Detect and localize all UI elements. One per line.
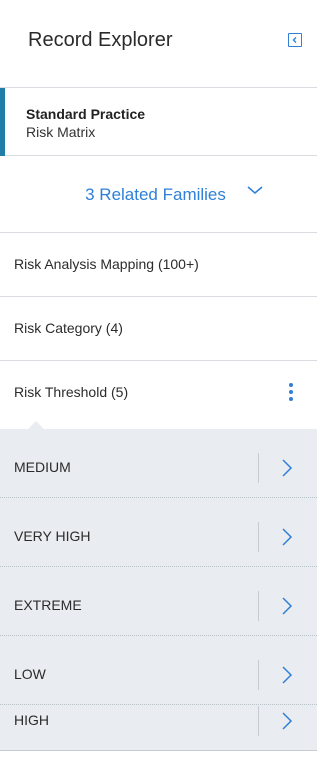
- family-label: Risk Category (4): [14, 320, 123, 336]
- family-label: Risk Analysis Mapping (100+): [14, 256, 199, 272]
- row-divider: [0, 566, 317, 567]
- record-row-extreme[interactable]: EXTREME: [0, 574, 317, 621]
- chevron-right-icon[interactable]: [281, 665, 293, 685]
- row-divider: [258, 660, 259, 690]
- panel-bottom-border: [0, 750, 317, 751]
- record-row-high[interactable]: HIGH: [0, 689, 317, 736]
- row-divider: [258, 591, 259, 621]
- record-label: MEDIUM: [14, 459, 71, 475]
- chevron-right-icon[interactable]: [281, 596, 293, 616]
- record-name: Risk Matrix: [26, 124, 96, 140]
- record-label: LOW: [14, 666, 46, 682]
- record-row-medium[interactable]: MEDIUM: [0, 436, 317, 483]
- row-divider: [0, 635, 317, 636]
- row-divider: [0, 497, 317, 498]
- record-row-low[interactable]: LOW: [0, 643, 317, 690]
- chevron-right-icon[interactable]: [281, 711, 293, 731]
- row-divider: [258, 522, 259, 552]
- chevron-left-icon: [292, 37, 297, 43]
- collapse-panel-button[interactable]: [288, 33, 302, 47]
- record-label: HIGH: [14, 712, 49, 728]
- chevron-down-icon: [247, 186, 263, 195]
- panel-header: Record Explorer: [0, 0, 317, 85]
- family-row-risk-threshold[interactable]: Risk Threshold (5): [0, 361, 317, 425]
- related-families-label: 3 Related Families: [85, 184, 226, 204]
- family-row-risk-analysis-mapping[interactable]: Risk Analysis Mapping (100+): [0, 233, 317, 297]
- chevron-right-icon[interactable]: [281, 527, 293, 547]
- expanded-pointer-icon: [28, 421, 44, 429]
- row-divider: [258, 706, 259, 736]
- current-record-card[interactable]: Standard Practice Risk Matrix: [0, 87, 317, 156]
- family-label: Risk Threshold (5): [14, 384, 129, 400]
- kebab-menu-icon[interactable]: [288, 383, 294, 403]
- family-row-risk-category[interactable]: Risk Category (4): [0, 297, 317, 361]
- chevron-right-icon[interactable]: [281, 458, 293, 478]
- panel-title: Record Explorer: [28, 29, 173, 51]
- row-divider: [258, 453, 259, 483]
- related-families-toggle[interactable]: 3 Related Families: [0, 157, 317, 233]
- record-accent-bar: [0, 88, 5, 156]
- record-label: EXTREME: [14, 597, 82, 613]
- record-row-very-high[interactable]: VERY HIGH: [0, 505, 317, 552]
- record-label: VERY HIGH: [14, 528, 91, 544]
- record-family-title: Standard Practice: [26, 106, 146, 122]
